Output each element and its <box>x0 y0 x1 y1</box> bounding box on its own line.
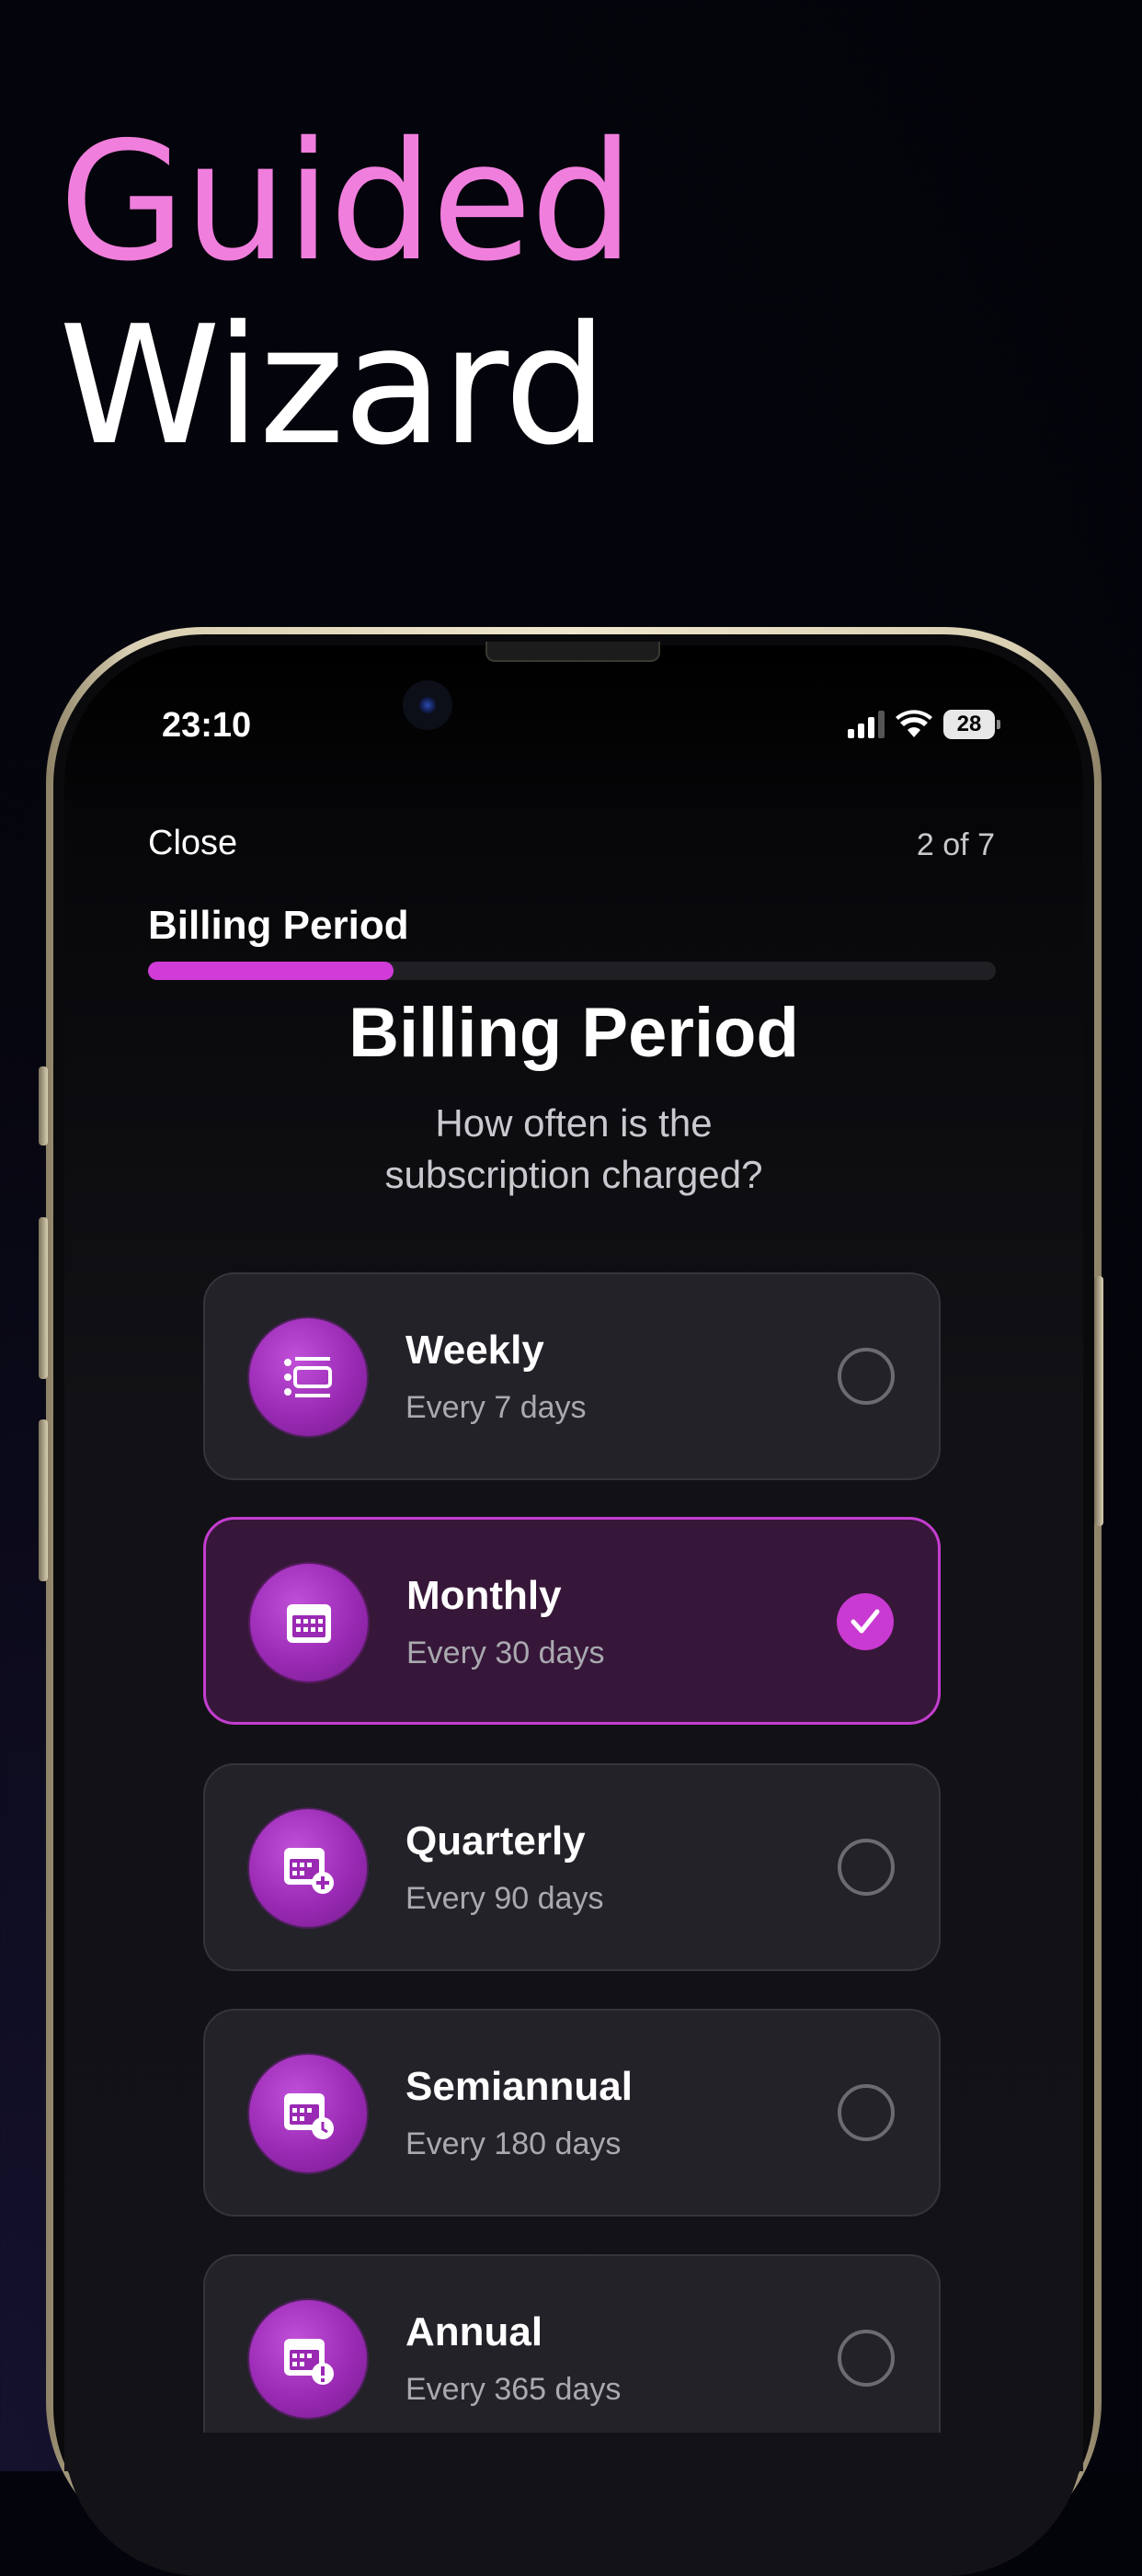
front-camera <box>403 680 452 730</box>
calendar-plus-icon <box>249 1809 367 1927</box>
page-title: Billing Period <box>348 994 799 1072</box>
wifi-icon <box>896 710 932 737</box>
calendar-clock-icon <box>249 2055 367 2172</box>
list-icon <box>249 1318 367 1436</box>
checkmark-icon[interactable] <box>837 1593 894 1650</box>
earpiece-speaker <box>485 642 660 662</box>
option-description: Every 90 days <box>405 1881 604 1916</box>
progress-bar <box>148 962 996 980</box>
status-time: 23:10 <box>162 706 252 745</box>
hero-line-1: Guided <box>59 107 634 297</box>
cellular-signal-icon <box>848 711 885 738</box>
option-description: Every 365 days <box>405 2372 622 2407</box>
volume-up-button <box>39 1217 48 1379</box>
option-label: Monthly <box>406 1573 562 1618</box>
hero-line-2: Wizard <box>59 291 608 481</box>
section-title: Billing Period <box>148 903 409 948</box>
option-label: Quarterly <box>405 1818 586 1864</box>
option-monthly[interactable]: Monthly Every 30 days <box>203 1517 941 1725</box>
subtitle-line-2: subscription charged? <box>384 1153 763 1196</box>
calendar-icon <box>250 1564 368 1681</box>
radio-unchecked[interactable] <box>838 2330 895 2387</box>
radio-unchecked[interactable] <box>838 1839 895 1896</box>
page-subtitle: How often is the subscription charged? <box>64 1098 1083 1201</box>
option-label: Semiannual <box>405 2064 633 2109</box>
option-weekly[interactable]: Weekly Every 7 days <box>203 1272 941 1480</box>
close-button[interactable]: Close <box>148 824 237 863</box>
radio-unchecked[interactable] <box>838 2084 895 2141</box>
option-quarterly[interactable]: Quarterly Every 90 days <box>203 1763 941 1971</box>
list-fade <box>64 2433 1083 2471</box>
battery-icon: 28 <box>943 710 1000 739</box>
progress-fill <box>148 962 394 980</box>
option-description: Every 180 days <box>405 2126 622 2161</box>
subtitle-line-1: How often is the <box>435 1101 713 1145</box>
option-description: Every 30 days <box>406 1636 605 1670</box>
power-button <box>1094 1276 1103 1526</box>
option-label: Weekly <box>405 1328 544 1373</box>
calendar-alert-icon <box>249 2300 367 2418</box>
volume-down-button <box>39 1419 48 1581</box>
option-annual[interactable]: Annual Every 365 days <box>203 2254 941 2462</box>
hero-headline: Guided Wizard <box>59 107 634 481</box>
option-label: Annual <box>405 2309 543 2354</box>
option-semiannual[interactable]: Semiannual Every 180 days <box>203 2009 941 2217</box>
option-description: Every 7 days <box>405 1390 587 1425</box>
step-counter: 2 of 7 <box>916 827 995 862</box>
status-icons: 28 <box>848 710 1000 739</box>
mute-switch <box>39 1066 48 1146</box>
radio-unchecked[interactable] <box>838 1348 895 1405</box>
